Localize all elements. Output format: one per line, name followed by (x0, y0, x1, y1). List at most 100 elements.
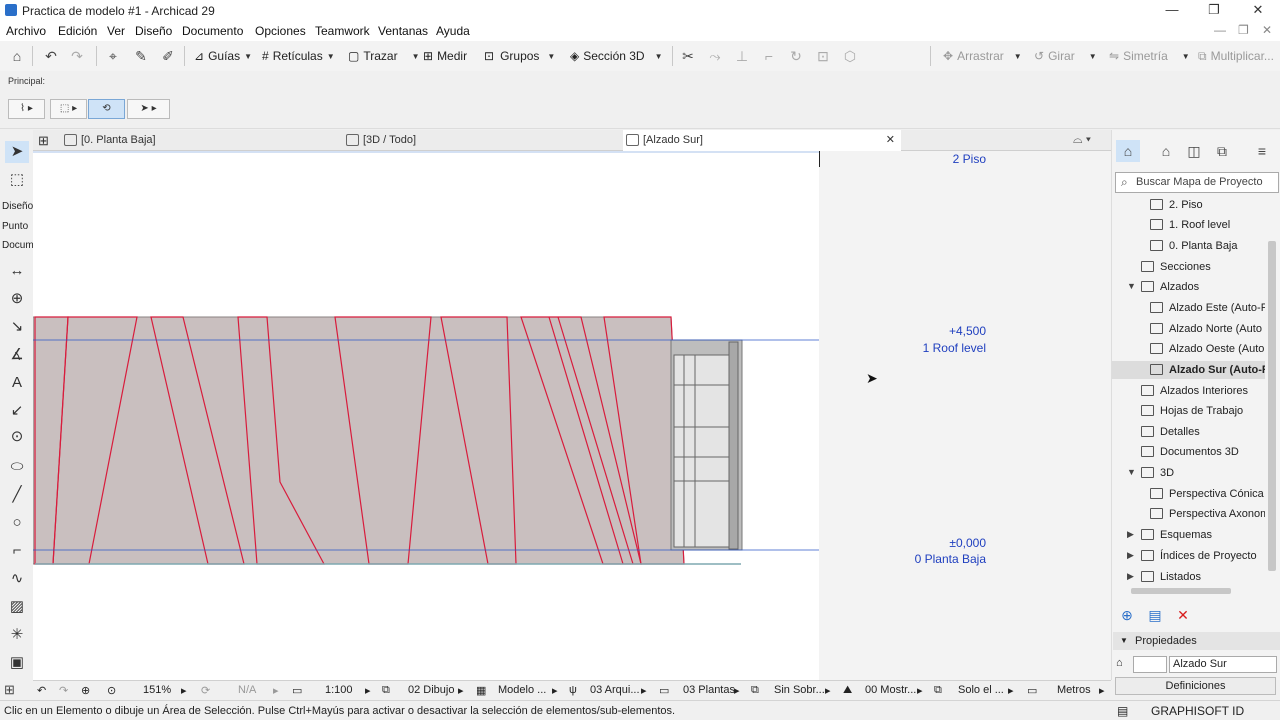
scale-menu-icon[interactable]: ▸ (365, 684, 371, 697)
graphic-override[interactable]: Sin Sobr... (774, 684, 825, 696)
seccion3d-button[interactable]: ◈ Sección 3D ▼ (570, 47, 663, 65)
tree-item[interactable]: 2. Piso (1150, 196, 1203, 214)
toolbox-group-documentar[interactable]: Docum (0, 238, 34, 254)
zoom-menu-icon[interactable]: ▸ (181, 684, 187, 697)
definiciones-button[interactable]: Definiciones (1115, 677, 1276, 695)
grupos-button[interactable]: ⊡ Grupos ▼ (484, 47, 555, 65)
tree-item[interactable]: Documentos 3D (1141, 443, 1239, 461)
minimize-icon[interactable]: — (1150, 0, 1194, 21)
rotate-view-icon[interactable]: ⟳ (201, 684, 210, 697)
structure-view[interactable]: 03 Arqui... (590, 684, 640, 696)
arrow-tool-icon[interactable]: ➤ (5, 141, 29, 163)
publisher-icon[interactable]: ⧉ (1210, 140, 1234, 162)
expand-icon[interactable]: ▶ (1127, 571, 1134, 582)
tree-item[interactable]: Alzado Norte (Auto (1150, 320, 1262, 338)
collapse-icon[interactable]: ▼ (1127, 467, 1136, 477)
tree-item[interactable]: Perspectiva Axonom (1150, 505, 1267, 523)
collapse-icon[interactable]: ▼ (1127, 281, 1136, 291)
offset-icon[interactable]: ⌐ (760, 47, 778, 65)
label-tool-icon[interactable]: ↙ (5, 400, 29, 422)
polyline-tool-icon[interactable]: ⌐ (5, 540, 29, 562)
circle-tool-icon[interactable]: ○ (5, 512, 29, 534)
tree-item[interactable]: 3D (1141, 464, 1174, 482)
expand-icon[interactable]: ▶ (1127, 529, 1134, 540)
tree-item[interactable]: Detalles (1141, 423, 1200, 441)
arrow-select-button[interactable]: ➤ ▸ (127, 99, 170, 119)
marquee-rotate-button[interactable]: ⟲ (88, 99, 125, 119)
girar-button[interactable]: ↺ Girar ▼ (1034, 47, 1097, 65)
dimension-tool-icon[interactable]: ↔ (5, 260, 29, 282)
pen-set-menu-icon[interactable]: ▸ (734, 684, 740, 697)
line-tool-icon[interactable]: ╱ (5, 484, 29, 506)
navigator-hscrollbar[interactable] (1113, 585, 1263, 597)
scale-value[interactable]: 1:100 (325, 684, 353, 696)
zoom-fit-icon[interactable]: ⊙ (107, 684, 116, 697)
find-select-icon[interactable]: ⌖ (104, 47, 122, 65)
toolbox-group-diseno[interactable]: Diseño (0, 199, 33, 215)
tree-item[interactable]: Alzado Oeste (Auto (1150, 340, 1264, 358)
fillet-icon[interactable]: ↻ (787, 47, 805, 65)
pick-up-parameters-icon[interactable]: ✎ (132, 47, 150, 65)
hotspot-tool-icon[interactable]: ✳ (5, 624, 29, 646)
renovation-filter[interactable]: 00 Mostr... (865, 684, 916, 696)
marquee-shape-button[interactable]: ⬚ ▸ (50, 99, 87, 119)
view-map-icon[interactable]: ⌂ (1154, 140, 1178, 162)
multiplicar-button[interactable]: ⧉ Multiplicar... (1198, 47, 1274, 65)
angle-menu-icon[interactable]: ▸ (273, 684, 279, 697)
menu-ver[interactable]: Ver (107, 24, 125, 38)
text-tool-icon[interactable]: A (5, 372, 29, 394)
renovation-menu-icon[interactable]: ▸ (917, 684, 923, 697)
layout-book-icon[interactable]: ◫ (1182, 140, 1206, 162)
split-icon[interactable]: ✂ (679, 47, 697, 65)
graphisoft-id[interactable]: GRAPHISOFT ID (1151, 704, 1244, 718)
expand-icon[interactable]: ▶ (1127, 550, 1134, 561)
tree-item[interactable]: Hojas de Trabajo (1141, 402, 1243, 420)
hatch-tool-icon[interactable]: ▨ (5, 596, 29, 618)
account-icon[interactable]: ▤ (1117, 704, 1128, 718)
tree-item[interactable]: Listados (1141, 568, 1201, 586)
menu-archivo[interactable]: Archivo (6, 24, 46, 38)
tree-item[interactable]: Alzados (1141, 278, 1199, 296)
fill-tool-icon[interactable]: ⬭ (5, 456, 29, 478)
tree-item[interactable]: Esquemas (1141, 526, 1212, 544)
adjust-icon[interactable]: ⤳ (706, 47, 724, 65)
partial-menu-icon[interactable]: ▸ (1008, 684, 1014, 697)
reticulas-button[interactable]: # Retículas ▼ (262, 47, 335, 65)
menu-edicion[interactable]: Edición (58, 24, 97, 38)
restore-icon[interactable]: ❐ (1192, 0, 1236, 21)
tree-item[interactable]: 0. Planta Baja (1150, 237, 1238, 255)
view-settings-icon[interactable]: ▤ (1146, 606, 1164, 624)
tab-menu-icon[interactable]: ⌓ ▾ (1073, 132, 1091, 147)
redo-zoom-icon[interactable]: ↷ (59, 684, 68, 697)
tree-item[interactable]: Perspectiva Cónica (1150, 485, 1264, 503)
override-menu-icon[interactable]: ▸ (825, 684, 831, 697)
menu-ayuda[interactable]: Ayuda (436, 24, 470, 38)
menu-opciones[interactable]: Opciones (255, 24, 306, 38)
undo-zoom-icon[interactable]: ↶ (37, 684, 46, 697)
marquee-tool-icon[interactable]: ⬚ (5, 169, 29, 191)
partial-structure[interactable]: Solo el ... (958, 684, 1004, 696)
menu-ventanas[interactable]: Ventanas (378, 24, 428, 38)
tab-overview-icon[interactable]: ⊞ (35, 130, 57, 151)
structure-menu-icon[interactable]: ▸ (641, 684, 647, 697)
project-map-icon[interactable]: ⌂ (1116, 140, 1140, 162)
redo-icon[interactable]: ↷ (68, 47, 86, 65)
trazar-button[interactable]: ▢ Trazar ▼ (348, 47, 420, 65)
mdi-restore-icon[interactable]: ❐ (1238, 23, 1249, 37)
angle-value[interactable]: N/A (238, 684, 256, 696)
tab-3d-todo[interactable]: [3D / Todo] (343, 130, 623, 151)
elevate-icon[interactable]: ⊥ (733, 47, 751, 65)
toolbox-group-punto[interactable]: Punto (0, 219, 33, 235)
angle-dimension-tool-icon[interactable]: ∡ (5, 344, 29, 366)
arrastrar-button[interactable]: ✥ Arrastrar ▼ (943, 47, 1022, 65)
home-icon[interactable]: ⌂ (8, 47, 26, 65)
tree-item[interactable]: Alzado Este (Auto-R (1150, 299, 1267, 317)
tree-item[interactable]: Alzados Interiores (1141, 382, 1248, 400)
property-name-field[interactable]: Alzado Sur (1169, 656, 1277, 673)
navigator-scrollbar[interactable] (1265, 196, 1279, 581)
undo-icon[interactable]: ↶ (42, 47, 60, 65)
medir-button[interactable]: ⊞ Medir (423, 47, 467, 65)
menu-teamwork[interactable]: Teamwork (315, 24, 370, 38)
mdi-close-icon[interactable]: ✕ (1262, 23, 1272, 37)
mdi-minimize-icon[interactable]: — (1214, 23, 1226, 37)
